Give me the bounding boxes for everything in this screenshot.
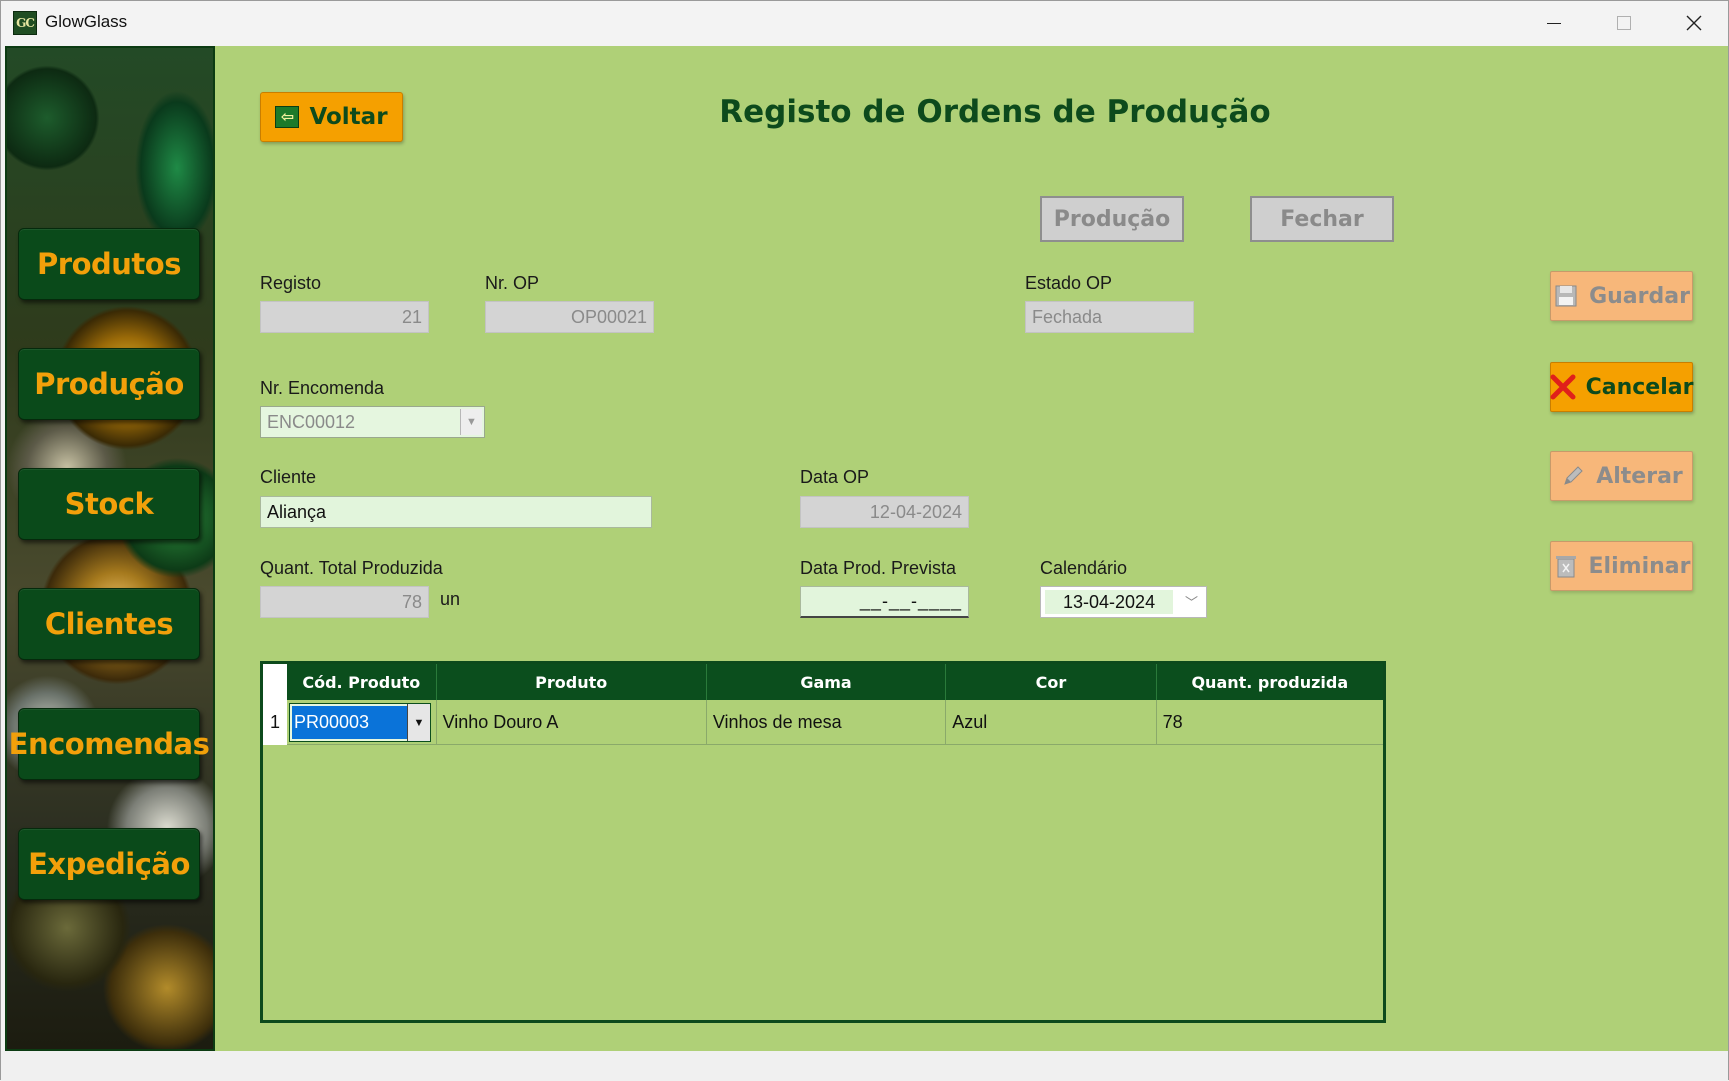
producao-button[interactable]: Produção	[1040, 196, 1184, 242]
calendario-picker[interactable]: 13-04-2024 ﹀	[1040, 586, 1207, 618]
close-button[interactable]	[1659, 1, 1729, 45]
sidebar-item-stock[interactable]: Stock	[18, 468, 200, 540]
close-x-icon	[1550, 374, 1576, 400]
fechar-button[interactable]: Fechar	[1250, 196, 1394, 242]
data-op-label: Data OP	[800, 467, 870, 487]
grid-header: Cód. Produto Produto Gama Cor Quant. pro…	[287, 664, 1383, 700]
products-grid: Cód. Produto Produto Gama Cor Quant. pro…	[260, 661, 1386, 1023]
guardar-label: Guardar	[1589, 283, 1690, 309]
arrow-left-icon: ⇦	[275, 106, 300, 128]
maximize-icon	[1617, 16, 1631, 30]
minimize-icon	[1547, 22, 1561, 24]
registo-label: Registo	[260, 273, 322, 293]
quant-unit-label: un	[440, 589, 461, 609]
col-header-cod-produto[interactable]: Cód. Produto	[287, 664, 437, 700]
nr-op-field: OP00021	[485, 301, 654, 333]
sidebar: Produtos Produção Stock Clientes Encomen…	[5, 46, 215, 1051]
back-button[interactable]: ⇦ Voltar	[260, 92, 403, 142]
cancelar-button[interactable]: Cancelar	[1550, 362, 1693, 412]
cell-cor[interactable]: Azul	[946, 700, 1157, 745]
alterar-button[interactable]: Alterar	[1550, 451, 1693, 501]
table-row[interactable]: PR00003 ▼ Vinho Douro A Vinhos de mesa A…	[287, 700, 1383, 745]
sidebar-item-producao[interactable]: Produção	[18, 348, 200, 420]
app-logo-icon: GC	[13, 11, 37, 35]
calendario-value: 13-04-2024	[1045, 590, 1174, 614]
data-prod-prevista-field[interactable]: __-__-____	[800, 586, 969, 618]
col-header-cor[interactable]: Cor	[946, 664, 1157, 700]
col-header-gama[interactable]: Gama	[707, 664, 947, 700]
guardar-button[interactable]: Guardar	[1550, 271, 1693, 321]
page-title: Registo de Ordens de Produção	[719, 94, 1271, 130]
cell-produto[interactable]: Vinho Douro A	[437, 700, 707, 745]
sidebar-item-clientes[interactable]: Clientes	[18, 588, 200, 660]
cliente-label: Cliente	[260, 467, 317, 487]
nr-encomenda-combo[interactable]: ENC00012 ▼	[260, 406, 485, 438]
save-icon	[1553, 283, 1579, 309]
alterar-label: Alterar	[1596, 463, 1683, 489]
cell-cod-produto[interactable]: PR00003 ▼	[287, 700, 437, 745]
data-prod-prevista-label: Data Prod. Prevista	[800, 558, 957, 578]
sidebar-item-encomendas[interactable]: Encomendas	[9, 708, 210, 780]
estado-op-field: Fechada	[1025, 301, 1194, 333]
cliente-field[interactable]: Aliança	[260, 496, 652, 528]
title-bar: GC GlowGlass	[1, 1, 1728, 45]
calendario-label: Calendário	[1040, 558, 1128, 578]
cod-produto-combo[interactable]: PR00003 ▼	[289, 703, 431, 742]
app-window: GC GlowGlass Produtos Produção Stock Cli…	[0, 0, 1729, 1081]
cell-gama[interactable]: Vinhos de mesa	[707, 700, 947, 745]
col-header-produto[interactable]: Produto	[437, 664, 707, 700]
dropdown-arrow-icon[interactable]: ▼	[407, 704, 430, 741]
quant-total-field: 78	[260, 586, 429, 618]
estado-op-label: Estado OP	[1025, 273, 1113, 293]
back-button-label: Voltar	[309, 104, 388, 130]
cancelar-label: Cancelar	[1585, 374, 1694, 400]
data-op-field: 12-04-2024	[800, 496, 969, 528]
eliminar-label: Eliminar	[1588, 553, 1691, 579]
nr-encomenda-label: Nr. Encomenda	[260, 378, 385, 398]
chevron-down-icon[interactable]: ﹀	[1185, 592, 1198, 611]
col-header-quant-produzida[interactable]: Quant. produzida	[1157, 664, 1383, 700]
maximize-button[interactable]	[1589, 1, 1659, 45]
status-strip	[1, 1051, 1728, 1081]
cell-quant-produzida[interactable]: 78	[1157, 700, 1383, 745]
nr-op-label: Nr. OP	[485, 273, 540, 293]
registo-field: 21	[260, 301, 429, 333]
chevron-down-icon[interactable]: ▼	[460, 409, 482, 435]
close-icon	[1686, 15, 1702, 31]
nr-encomenda-value: ENC00012	[267, 411, 356, 432]
cod-produto-value[interactable]: PR00003	[292, 706, 409, 739]
eliminar-button[interactable]: Eliminar	[1550, 541, 1693, 591]
row-number: 1	[269, 712, 280, 732]
window-title: GlowGlass	[45, 12, 128, 31]
main-panel: ⇦ Voltar Registo de Ordens de Produção P…	[215, 46, 1728, 1051]
pencil-icon	[1560, 463, 1586, 489]
quant-total-label: Quant. Total Produzida	[260, 558, 443, 578]
minimize-button[interactable]	[1519, 1, 1589, 45]
trash-icon	[1553, 553, 1579, 579]
sidebar-item-produtos[interactable]: Produtos	[18, 228, 200, 300]
sidebar-item-expedicao[interactable]: Expedição	[18, 828, 200, 900]
